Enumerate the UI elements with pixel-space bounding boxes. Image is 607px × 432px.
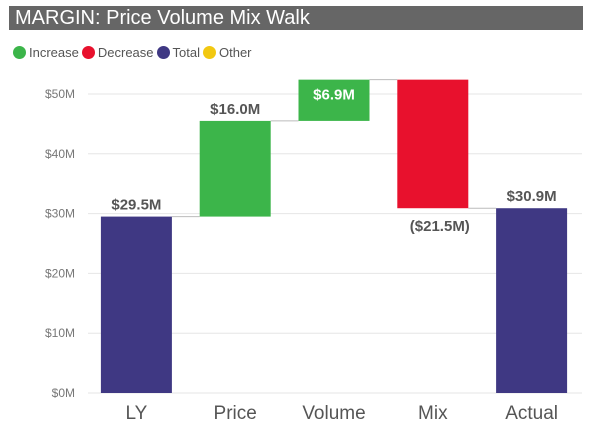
bar-mix — [397, 79, 469, 209]
data-label: ($21.5M) — [410, 218, 470, 235]
data-label: $29.5M — [111, 197, 161, 214]
y-tick-label: $0M — [52, 386, 75, 400]
data-label: $30.9M — [507, 188, 557, 205]
x-category-label: Mix — [418, 403, 448, 424]
bar-price — [199, 120, 271, 217]
x-category-label: Actual — [505, 403, 558, 424]
data-label: $6.9M — [313, 87, 355, 104]
y-tick-label: $10M — [45, 326, 75, 340]
bar-actual — [496, 208, 568, 393]
data-label: $16.0M — [210, 101, 260, 118]
bar-ly — [100, 216, 172, 393]
x-category-label: Price — [214, 403, 257, 424]
waterfall-chart: $0M $10M $20M $30M $40M $50M $29.5M LY $16.0M Pri… — [45, 79, 582, 424]
y-tick-label: $30M — [45, 207, 75, 221]
x-category-label: LY — [125, 403, 147, 424]
y-tick-label: $40M — [45, 147, 75, 161]
y-tick-label: $20M — [45, 266, 75, 280]
x-category-label: Volume — [302, 403, 365, 424]
y-tick-label: $50M — [45, 87, 75, 101]
